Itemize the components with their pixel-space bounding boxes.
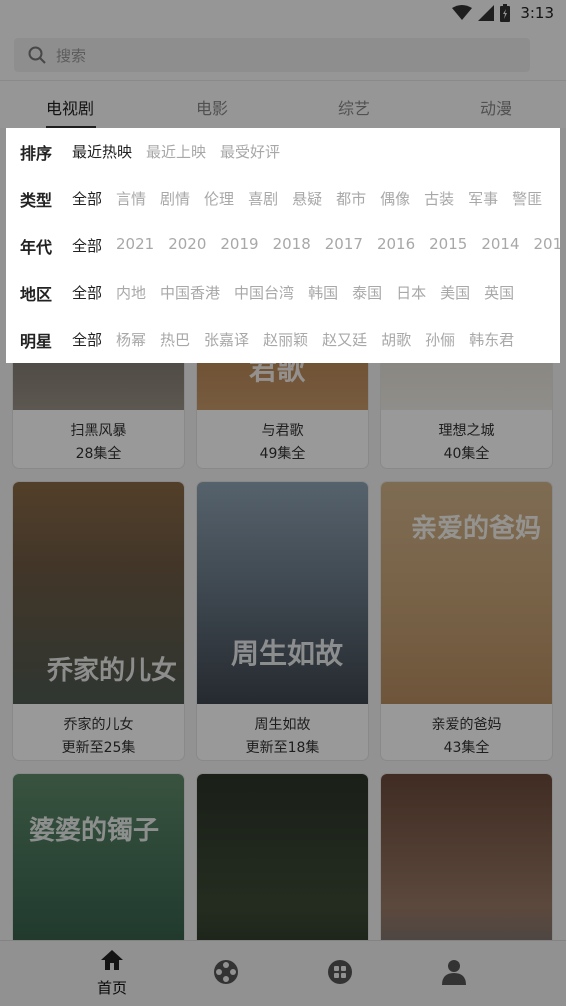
- filter-label: 类型: [20, 191, 53, 210]
- filter-option[interactable]: 言情: [116, 188, 146, 209]
- filter-panel: 排序 最近热映 最近上映 最受好评 类型 全部 言情 剧情 伦理 喜剧 悬疑 都…: [6, 128, 560, 363]
- filter-row-sort: 排序 最近热映 最近上映 最受好评: [6, 136, 560, 166]
- filter-option[interactable]: 韩国: [308, 282, 338, 303]
- filter-row-year: 年代 全部 2021 2020 2019 2018 2017 2016 2015…: [6, 230, 560, 260]
- filter-option[interactable]: 偶像: [380, 188, 410, 209]
- filter-row-type: 类型 全部 言情 剧情 伦理 喜剧 悬疑 都市 偶像 古装 军事 警匪: [6, 183, 560, 213]
- filter-option[interactable]: 2021: [116, 235, 154, 256]
- filter-option[interactable]: 中国香港: [160, 282, 220, 303]
- filter-options: 全部 2021 2020 2019 2018 2017 2016 2015 20…: [72, 235, 560, 256]
- filter-option[interactable]: 2017: [325, 235, 363, 256]
- filter-row-region: 地区 全部 内地 中国香港 中国台湾 韩国 泰国 日本 美国 英国: [6, 277, 560, 307]
- filter-option[interactable]: 伦理: [204, 188, 234, 209]
- filter-option[interactable]: 内地: [116, 282, 146, 303]
- filter-option[interactable]: 泰国: [352, 282, 382, 303]
- filter-option[interactable]: 军事: [468, 188, 498, 209]
- filter-option[interactable]: 最近上映: [146, 141, 206, 162]
- filter-option[interactable]: 全部: [72, 235, 102, 256]
- filter-option[interactable]: 剧情: [160, 188, 190, 209]
- filter-options: 全部 内地 中国香港 中国台湾 韩国 泰国 日本 美国 英国: [72, 282, 514, 303]
- filter-option[interactable]: 警匪: [512, 188, 542, 209]
- filter-options: 全部 言情 剧情 伦理 喜剧 悬疑 都市 偶像 古装 军事 警匪: [72, 188, 542, 209]
- filter-label: 年代: [20, 238, 53, 257]
- filter-option[interactable]: 日本: [396, 282, 426, 303]
- filter-option[interactable]: 全部: [72, 282, 102, 303]
- filter-option[interactable]: 孙俪: [425, 329, 455, 350]
- filter-option[interactable]: 杨幂: [116, 329, 146, 350]
- filter-option[interactable]: 全部: [72, 329, 102, 350]
- filter-option[interactable]: 热巴: [160, 329, 190, 350]
- filter-option[interactable]: 赵丽颖: [263, 329, 308, 350]
- filter-options: 最近热映 最近上映 最受好评: [72, 141, 280, 162]
- filter-option[interactable]: 最近热映: [72, 141, 132, 162]
- filter-option[interactable]: 2015: [429, 235, 467, 256]
- filter-option[interactable]: 赵又廷: [322, 329, 367, 350]
- filter-option[interactable]: 最受好评: [220, 141, 280, 162]
- filter-row-star: 明星 全部 杨幂 热巴 张嘉译 赵丽颖 赵又廷 胡歌 孙俪 韩东君: [6, 324, 560, 354]
- filter-option[interactable]: 2019: [220, 235, 258, 256]
- filter-label: 地区: [20, 285, 53, 304]
- filter-label: 排序: [20, 144, 53, 163]
- filter-options: 全部 杨幂 热巴 张嘉译 赵丽颖 赵又廷 胡歌 孙俪 韩东君: [72, 329, 514, 350]
- filter-option[interactable]: 英国: [484, 282, 514, 303]
- filter-option[interactable]: 全部: [72, 188, 102, 209]
- filter-option[interactable]: 韩东君: [469, 329, 514, 350]
- filter-option[interactable]: 2020: [168, 235, 206, 256]
- filter-option[interactable]: 都市: [336, 188, 366, 209]
- filter-option[interactable]: 胡歌: [381, 329, 411, 350]
- filter-option[interactable]: 2016: [377, 235, 415, 256]
- filter-label: 明星: [20, 332, 53, 351]
- filter-option[interactable]: 2013: [534, 235, 560, 256]
- filter-option[interactable]: 中国台湾: [234, 282, 294, 303]
- filter-option[interactable]: 美国: [440, 282, 470, 303]
- filter-option[interactable]: 2014: [481, 235, 519, 256]
- filter-option[interactable]: 古装: [424, 188, 454, 209]
- filter-option[interactable]: 喜剧: [248, 188, 278, 209]
- filter-option[interactable]: 张嘉译: [204, 329, 249, 350]
- filter-option[interactable]: 悬疑: [292, 188, 322, 209]
- filter-option[interactable]: 2018: [273, 235, 311, 256]
